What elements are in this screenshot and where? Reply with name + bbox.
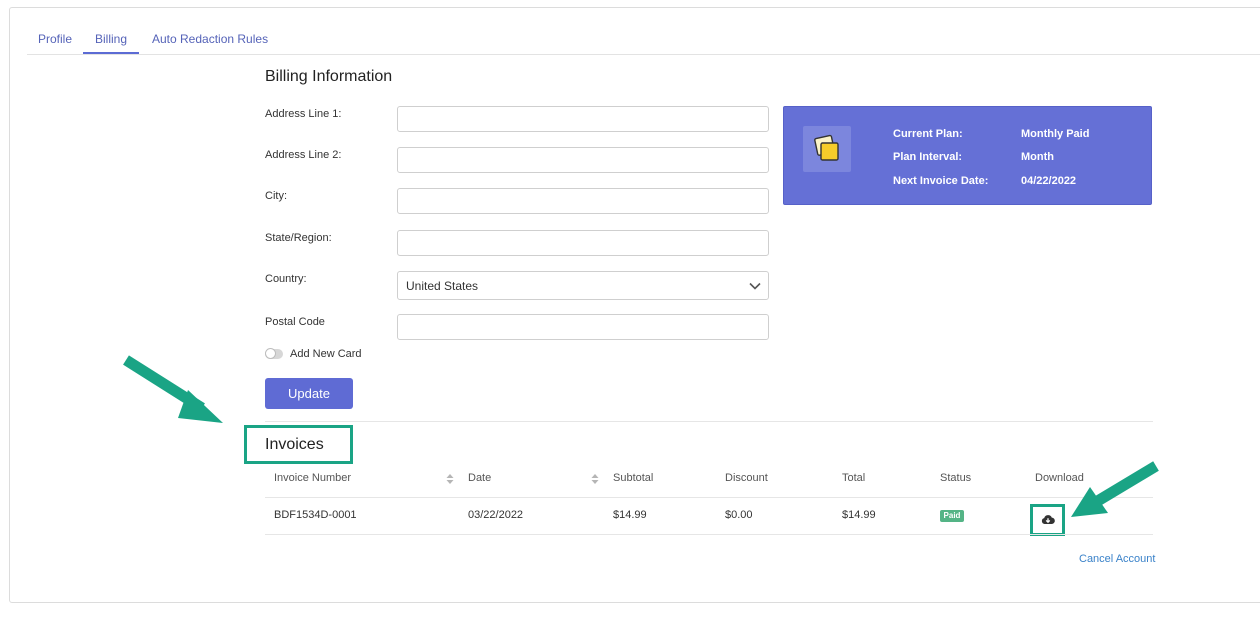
col-discount: Discount <box>725 472 768 484</box>
country-select-value: United States <box>406 279 479 293</box>
tab-billing[interactable]: Billing <box>83 30 139 54</box>
cancel-account-link[interactable]: Cancel Account <box>1079 553 1155 565</box>
tab-auto-redaction-rules[interactable]: Auto Redaction Rules <box>152 30 268 53</box>
section-divider <box>265 421 1153 422</box>
chevron-down-icon <box>749 282 761 290</box>
plan-interval-label: Plan Interval: <box>893 151 963 163</box>
add-new-card-label: Add New Card <box>290 348 362 360</box>
sort-icon[interactable] <box>591 473 599 485</box>
tab-bar: Profile Billing Auto Redaction Rules <box>27 30 1260 55</box>
country-select[interactable]: United States <box>397 271 769 300</box>
postal-code-input[interactable] <box>397 314 769 340</box>
current-plan-label: Current Plan: <box>893 128 963 140</box>
sort-icon[interactable] <box>446 473 454 485</box>
billing-title: Billing Information <box>265 68 393 85</box>
arrow-pointer-icon <box>123 355 223 423</box>
tab-profile[interactable]: Profile <box>38 30 72 53</box>
add-new-card-toggle[interactable] <box>265 348 283 359</box>
state-region-label: State/Region: <box>265 232 332 244</box>
next-invoice-date-label: Next Invoice Date: <box>893 175 989 187</box>
address-line-1-input[interactable] <box>397 106 769 132</box>
col-date[interactable]: Date <box>468 472 491 484</box>
plan-summary-panel: Current Plan: Monthly Paid Plan Interval… <box>783 106 1152 205</box>
col-total: Total <box>842 472 866 484</box>
address-line-1-label: Address Line 1: <box>265 108 342 120</box>
plan-interval-value: Month <box>1021 151 1054 163</box>
invoice-discount-cell: $0.00 <box>725 509 753 521</box>
status-badge: Paid <box>940 510 964 522</box>
table-bottom-border <box>265 534 1153 535</box>
invoice-date-cell: 03/22/2022 <box>468 509 524 521</box>
postal-code-label: Postal Code <box>265 316 325 328</box>
city-label: City: <box>265 190 287 202</box>
city-input[interactable] <box>397 188 769 214</box>
invoice-subtotal-cell: $14.99 <box>613 509 647 521</box>
col-status: Status <box>940 472 972 484</box>
next-invoice-date-value: 04/22/2022 <box>1021 175 1077 187</box>
col-invoice-number[interactable]: Invoice Number <box>274 472 351 484</box>
update-button[interactable]: Update <box>265 378 353 409</box>
current-plan-value: Monthly Paid <box>1021 128 1090 140</box>
invoice-total-cell: $14.99 <box>842 509 876 521</box>
arrow-pointer-icon <box>1071 461 1159 517</box>
col-subtotal: Subtotal <box>613 472 654 484</box>
cloud-download-icon <box>1041 515 1055 525</box>
table-header-border <box>265 497 1153 498</box>
invoice-number-cell: BDF1534D-0001 <box>274 509 357 521</box>
download-invoice-button[interactable] <box>1030 504 1065 536</box>
sticky-notes-icon <box>803 126 851 172</box>
address-line-2-input[interactable] <box>397 147 769 173</box>
state-region-input[interactable] <box>397 230 769 256</box>
country-label: Country: <box>265 273 307 285</box>
address-line-2-label: Address Line 2: <box>265 149 342 161</box>
invoices-highlight-box <box>244 425 353 464</box>
toggle-knob <box>265 348 276 359</box>
